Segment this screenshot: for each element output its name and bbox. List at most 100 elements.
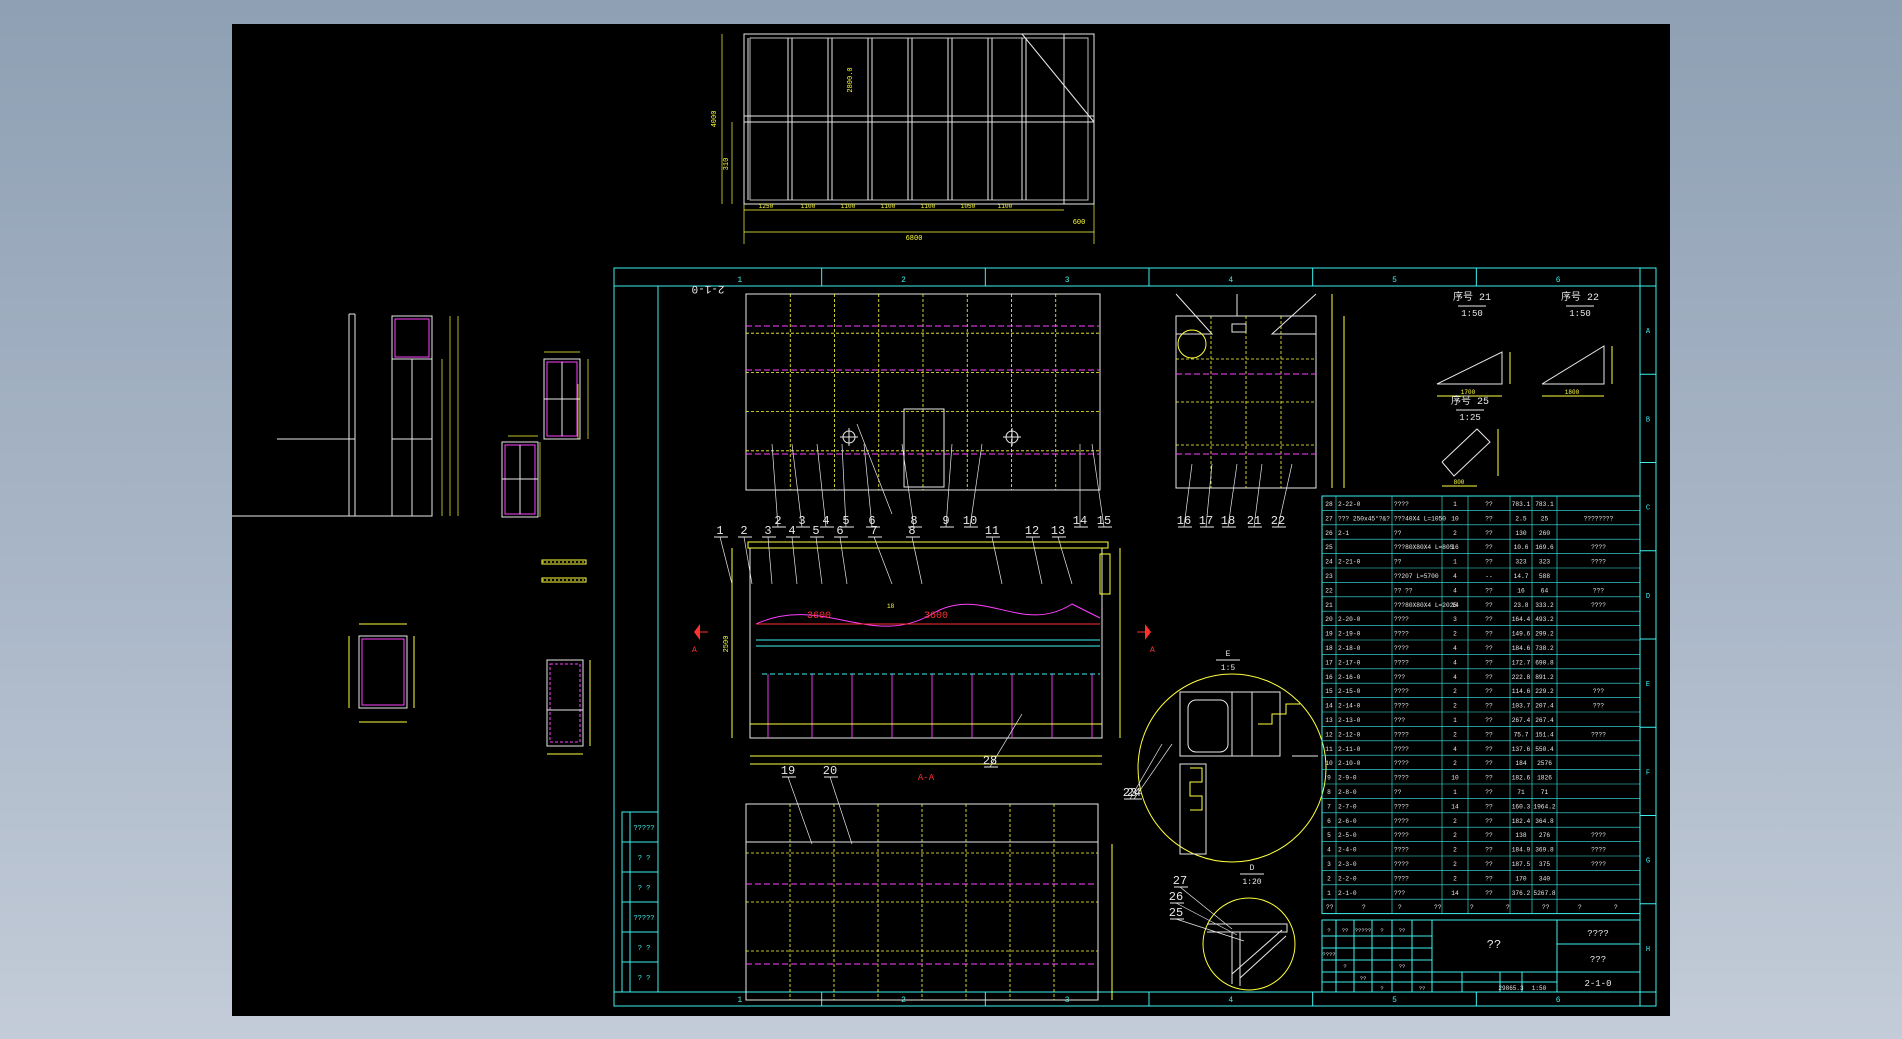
bom-cell: 1 — [1453, 501, 1457, 508]
callout-label: 12 — [1025, 524, 1039, 538]
side-elevation-view — [1175, 293, 1345, 489]
bom-cell: 2.5 — [1515, 515, 1526, 522]
detail-d — [1202, 897, 1296, 991]
left-dim-label-1: 4000 — [711, 111, 719, 128]
bom-cell: 2-13-0 — [1338, 717, 1361, 724]
title-block-small-label: ? — [1380, 985, 1383, 992]
bom-cell: ?? — [1485, 602, 1493, 609]
bom-cell: ??? — [1593, 703, 1604, 710]
frame-row-label: H — [1646, 946, 1650, 954]
bom-cell: 182.6 — [1512, 775, 1531, 782]
callout-label: 27 — [1173, 874, 1187, 888]
section-label: A-A — [918, 773, 935, 783]
callout-label: 2 — [740, 524, 747, 538]
detail-e — [1137, 673, 1327, 863]
bom-cell: 4 — [1453, 674, 1457, 681]
bom-cell: 2 — [1453, 703, 1457, 710]
title-block-company: ???? — [1587, 929, 1609, 939]
frame-column-label: 6 — [1556, 996, 1561, 1005]
section-aa-view — [694, 541, 1151, 765]
bom-cell: 2-18-0 — [1338, 645, 1361, 652]
bom-cell: 376.2 — [1512, 890, 1531, 897]
bom-header-cell: ?? — [1326, 904, 1334, 911]
bom-cell: 7 — [1327, 803, 1331, 810]
bom-cell: 149.6 — [1512, 631, 1531, 638]
bom-cell: 19 — [1325, 631, 1333, 638]
bom-cell: 5 — [1327, 832, 1331, 839]
bom-cell: ???? — [1394, 631, 1409, 638]
frame-column-label: 1 — [737, 276, 742, 285]
upper-view-callouts: 2345689101415 — [771, 443, 1112, 528]
title-block-small-label: ? — [1343, 963, 1346, 970]
bom-cell: ?? — [1485, 803, 1493, 810]
bom-cell: ?? — [1485, 746, 1493, 753]
callout-label: 24 — [1127, 786, 1141, 800]
detail-25-dim: 800 — [1454, 479, 1465, 486]
top-dim-label: 1100 — [841, 203, 856, 210]
bom-cell: 2 — [1453, 688, 1457, 695]
bom-cell: 891.2 — [1535, 674, 1554, 681]
bom-cell: ?? — [1485, 818, 1493, 825]
bom-cell: 164.4 — [1512, 616, 1531, 623]
callout-label: 7 — [870, 524, 877, 538]
title-block-small-label: ? — [1380, 927, 1383, 934]
section-middle-dim: 18 — [887, 603, 895, 610]
top-dim-label: 1250 — [759, 203, 774, 210]
bom-cell: 4 — [1453, 659, 1457, 666]
bom-cell: 8 — [1327, 789, 1331, 796]
cad-viewport[interactable]: 1250 1100 1100 1100 1100 1050 1100 6800 600 40… — [232, 24, 1670, 1016]
bom-cell: 2 — [1453, 631, 1457, 638]
bom-cell: 9 — [1327, 775, 1331, 782]
bom-cell: 2-3-0 — [1338, 861, 1357, 868]
title-block-small-label: ?? — [1399, 963, 1406, 970]
bom-cell: 588 — [1539, 573, 1550, 580]
bom-cell: ???? — [1591, 731, 1606, 738]
detail-21-dim: 1700 — [1461, 389, 1476, 396]
bom-cell: 18 — [1325, 645, 1333, 652]
bom-cell: 182.4 — [1512, 818, 1531, 825]
title-block-small-label: ? — [1327, 927, 1330, 934]
bom-cell: ???? — [1394, 861, 1409, 868]
frame-column-label: 5 — [1392, 276, 1397, 285]
bom-cell: 187.5 — [1512, 861, 1531, 868]
bom-cell: 172.7 — [1512, 659, 1531, 666]
bom-cell: ???? — [1394, 703, 1409, 710]
bom-cell: ?? — [1485, 847, 1493, 854]
bom-cell: ???? — [1394, 746, 1409, 753]
callout-label: 25 — [1169, 906, 1183, 920]
detail-e-callouts: 2324 — [1123, 743, 1173, 800]
bom-cell: 23.8 — [1514, 602, 1529, 609]
bom-cell: ?? — [1485, 717, 1493, 724]
callout-label: 3 — [764, 524, 771, 538]
frame-column-label: 2 — [901, 276, 906, 285]
frame-column-label: 3 — [1065, 276, 1070, 285]
callout-label: 1 — [716, 524, 723, 538]
bom-cell: ???? — [1591, 544, 1606, 551]
bom-cell: ?? — [1485, 659, 1493, 666]
bom-cell: ???? — [1591, 861, 1606, 868]
bom-cell: 103.7 — [1512, 703, 1531, 710]
bom-cell: 276 — [1539, 832, 1550, 839]
bom-cell: ?? — [1485, 731, 1493, 738]
detail-25-title: 序号 25 — [1451, 394, 1489, 408]
bom-cell: ???? — [1394, 645, 1409, 652]
bom-cell: 27 — [1325, 515, 1333, 522]
small-door-elevation — [348, 623, 591, 755]
bom-cell: 160.3 — [1512, 803, 1531, 810]
bom-cell: 2-4-0 — [1338, 847, 1357, 854]
title-block-small-label: ????? — [1355, 927, 1372, 934]
detail-21-title: 序号 21 — [1453, 290, 1491, 304]
bom-cell: 323 — [1515, 559, 1526, 566]
bom-cell: ???? — [1591, 559, 1606, 566]
section-height-dim: 2500 — [723, 636, 731, 653]
section-marker-right: A — [1150, 646, 1155, 655]
bom-cell: ?? — [1485, 616, 1493, 623]
bom-cell: 14.7 — [1514, 573, 1529, 580]
bom-cell: 137.6 — [1512, 746, 1531, 753]
title-block-small-label: ???? — [1322, 951, 1335, 958]
bom-cell: ?? — [1485, 631, 1493, 638]
left-strip-label: ????? — [633, 825, 654, 833]
bom-cell: 2-8-0 — [1338, 789, 1357, 796]
bom-cell: 2-19-0 — [1338, 631, 1361, 638]
bom-cell: 2-2-0 — [1338, 875, 1357, 882]
